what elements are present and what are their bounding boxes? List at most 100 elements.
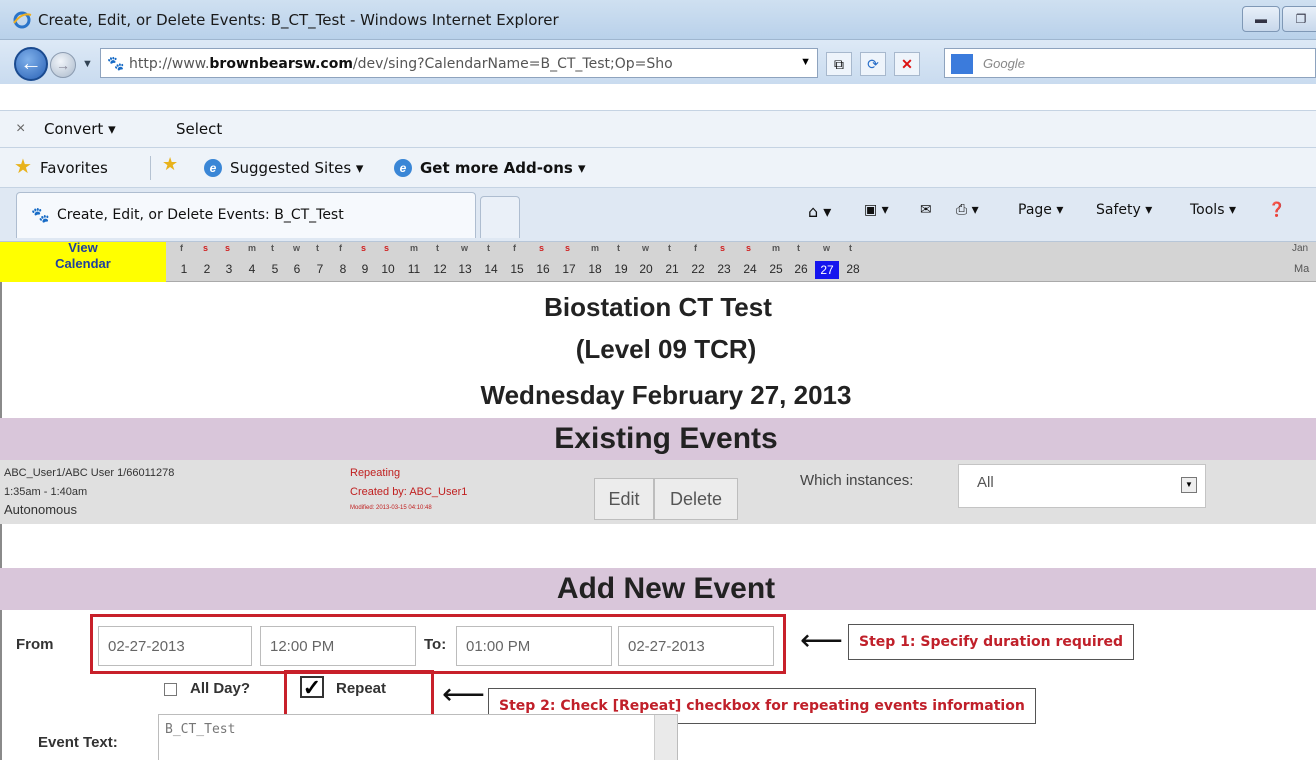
feeds-icon[interactable]: ▣ ▾ bbox=[864, 202, 889, 218]
scrollbar[interactable] bbox=[654, 715, 677, 760]
new-tab-button[interactable] bbox=[480, 196, 520, 238]
calendar-day-link[interactable]: 26 bbox=[789, 262, 813, 276]
calendar-day-link[interactable]: 8 bbox=[331, 262, 355, 276]
page-date: Wednesday February 27, 2013 bbox=[480, 380, 852, 410]
favorites-bar: ★ Favorites ★ e Suggested Sites ▾ e Get … bbox=[0, 148, 1316, 188]
step2-arrow-icon: ⟵ bbox=[442, 678, 486, 711]
calendar-day-of-week: t bbox=[316, 243, 319, 253]
calendar-day-link[interactable]: 20 bbox=[634, 262, 658, 276]
all-day-label: All Day? bbox=[190, 680, 251, 697]
next-month-link[interactable]: Ma bbox=[1294, 263, 1309, 275]
calendar-day-link[interactable]: 4 bbox=[240, 262, 264, 276]
stop-icon[interactable]: ✕ bbox=[894, 52, 920, 76]
address-input[interactable]: 🐾 http://www.brownbearsw.com/dev/sing?Ca… bbox=[100, 48, 818, 78]
calendar-day-link[interactable]: 15 bbox=[505, 262, 529, 276]
minimize-button[interactable]: ▬ bbox=[1242, 6, 1280, 32]
site-favicon-icon: 🐾 bbox=[31, 207, 50, 224]
search-input[interactable]: Google bbox=[944, 48, 1316, 78]
view-calendar-link[interactable]: View Calendar bbox=[0, 240, 166, 282]
calendar-day-link[interactable]: 28 bbox=[841, 262, 865, 276]
calendar-day-of-week: w bbox=[461, 243, 469, 253]
calendar-day-link[interactable]: 12 bbox=[428, 262, 452, 276]
add-favorite-icon[interactable]: ★ bbox=[162, 154, 178, 175]
which-instances-value: All bbox=[977, 474, 994, 491]
calendar-day-link[interactable]: 19 bbox=[609, 262, 633, 276]
calendar-day-of-week: f bbox=[339, 243, 342, 253]
history-dropdown-icon[interactable]: ▼ bbox=[82, 58, 93, 70]
calendar-day-link[interactable]: 7 bbox=[308, 262, 332, 276]
calendar-day-of-week: s bbox=[539, 243, 545, 253]
calendar-day-of-week: t bbox=[617, 243, 620, 253]
calendar-day-of-week: t bbox=[436, 243, 439, 253]
tab-current[interactable]: 🐾 Create, Edit, or Delete Events: B_CT_T… bbox=[16, 192, 476, 238]
calendar-day-of-week: m bbox=[248, 243, 257, 253]
calendar-day-of-week: s bbox=[361, 243, 367, 253]
forward-button[interactable]: → bbox=[50, 52, 76, 78]
safety-menu[interactable]: Safety ▾ bbox=[1096, 202, 1152, 218]
page-menu[interactable]: Page ▾ bbox=[1018, 202, 1063, 218]
calendar-day-link[interactable]: 11 bbox=[402, 262, 426, 276]
favorites-button[interactable]: Favorites bbox=[40, 159, 108, 177]
calendar-day-link[interactable]: 9 bbox=[353, 262, 377, 276]
calendar-day-link[interactable]: 13 bbox=[453, 262, 477, 276]
ie-page-icon: e bbox=[394, 159, 412, 177]
calendar-day-of-week: m bbox=[591, 243, 600, 253]
prev-month-link[interactable]: Jan bbox=[1292, 243, 1308, 254]
calendar-day-link[interactable]: 21 bbox=[660, 262, 684, 276]
all-day-checkbox[interactable] bbox=[164, 683, 177, 696]
calendar-day-of-week: f bbox=[180, 243, 183, 253]
calendar-day-link[interactable]: 17 bbox=[557, 262, 581, 276]
calendar-day-link[interactable]: 1 bbox=[172, 262, 196, 276]
calendar-day-link[interactable]: 6 bbox=[285, 262, 309, 276]
calendar-day-link[interactable]: 22 bbox=[686, 262, 710, 276]
view-calendar-line1: View bbox=[68, 240, 98, 255]
calendar-day-link[interactable]: 5 bbox=[263, 262, 287, 276]
event-repeating: Repeating bbox=[350, 467, 401, 479]
calendar-day-link[interactable]: 24 bbox=[738, 262, 762, 276]
from-label: From bbox=[16, 636, 54, 653]
search-placeholder: Google bbox=[983, 56, 1025, 71]
delete-button[interactable]: Delete bbox=[654, 478, 738, 520]
step2-highlight-box bbox=[284, 670, 434, 718]
calendar-day-of-week: w bbox=[293, 243, 301, 253]
calendar-day-link[interactable]: 18 bbox=[583, 262, 607, 276]
calendar-day-of-week: s bbox=[384, 243, 390, 253]
calendar-day-link[interactable]: 25 bbox=[764, 262, 788, 276]
step1-callout: Step 1: Specify duration required bbox=[848, 624, 1135, 660]
view-calendar-line2: Calendar bbox=[55, 256, 111, 271]
ie-page-icon: e bbox=[204, 159, 222, 177]
back-button[interactable]: ← bbox=[14, 47, 48, 81]
refresh-icon[interactable]: ⟳ bbox=[860, 52, 886, 76]
address-dropdown-icon[interactable]: ▼ bbox=[800, 56, 811, 68]
maximize-button[interactable]: ❐ bbox=[1282, 6, 1316, 32]
suggested-sites-link[interactable]: Suggested Sites ▾ bbox=[230, 159, 363, 177]
calendar-day-link[interactable]: 14 bbox=[479, 262, 503, 276]
event-modified: Modified: 2013-03-15 04:10:48 bbox=[350, 505, 432, 511]
calendar-day-link[interactable]: 27 bbox=[815, 261, 839, 279]
calendar-day-link[interactable]: 16 bbox=[531, 262, 555, 276]
event-type: Autonomous bbox=[4, 502, 77, 517]
calendar-day-link[interactable]: 23 bbox=[712, 262, 736, 276]
event-text-input[interactable]: B_CT_Test bbox=[158, 714, 678, 760]
mail-icon[interactable]: ✉ bbox=[920, 202, 932, 218]
calendar-day-of-week: w bbox=[642, 243, 650, 253]
edit-button[interactable]: Edit bbox=[594, 478, 654, 520]
print-icon[interactable]: ⎙ ▾ bbox=[956, 202, 979, 218]
favorites-star-icon[interactable]: ★ bbox=[14, 154, 32, 179]
which-instances-select[interactable]: All ▼ bbox=[958, 464, 1206, 508]
compatibility-view-icon[interactable]: ⧉ bbox=[826, 52, 852, 76]
convert-button[interactable]: Convert ▾ bbox=[44, 120, 116, 138]
calendar-day-link[interactable]: 10 bbox=[376, 262, 400, 276]
close-toolbar-icon[interactable]: × bbox=[16, 120, 25, 138]
help-icon[interactable]: ❓ bbox=[1268, 202, 1285, 218]
select-button[interactable]: Select bbox=[176, 120, 222, 138]
tools-menu[interactable]: Tools ▾ bbox=[1190, 202, 1236, 218]
calendar-day-link[interactable]: 2 bbox=[195, 262, 219, 276]
tab-label: Create, Edit, or Delete Events: B_CT_Tes… bbox=[57, 207, 344, 223]
get-addons-link[interactable]: Get more Add-ons ▾ bbox=[420, 159, 586, 177]
home-icon[interactable]: ⌂ ▾ bbox=[808, 202, 831, 221]
calendar-day-of-week: f bbox=[513, 243, 516, 253]
command-bar: × Convert ▾ Select bbox=[0, 110, 1316, 148]
dropdown-arrow-icon: ▼ bbox=[1181, 477, 1197, 493]
calendar-day-link[interactable]: 3 bbox=[217, 262, 241, 276]
